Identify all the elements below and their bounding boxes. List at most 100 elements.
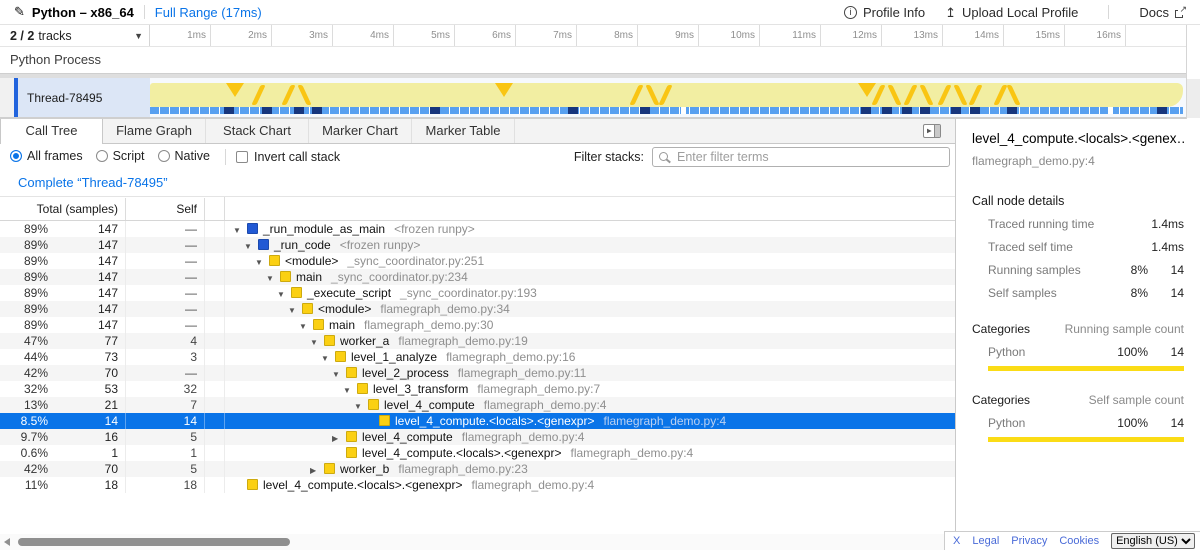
collapse-arrow-icon[interactable]: ▼ (233, 223, 247, 237)
track-marker-icon[interactable] (1006, 85, 1020, 105)
call-tree-row[interactable]: 42%70 — ▼level_2_processflamegraph_demo.… (0, 365, 955, 381)
ruler-tick: 14ms (943, 25, 1004, 46)
track-marker-icon[interactable] (645, 85, 659, 105)
chevron-down-icon: ▼ (134, 31, 143, 41)
call-tree-row[interactable]: 44%73 3 ▼level_1_analyzeflamegraph_demo.… (0, 349, 955, 365)
tab-flame-graph[interactable]: Flame Graph (103, 119, 206, 143)
call-tree-row[interactable]: 89%147 — ▼main_sync_coordinator.py:234 (0, 269, 955, 285)
track-marker-icon[interactable] (953, 85, 967, 105)
tab-call-tree[interactable]: Call Tree (0, 119, 103, 144)
expand-arrow-icon[interactable]: ▶ (310, 463, 324, 477)
collapse-arrow-icon[interactable]: ▼ (321, 351, 335, 365)
collapse-arrow-icon[interactable]: ▼ (299, 319, 313, 333)
collapse-arrow-icon[interactable]: ▼ (310, 335, 324, 349)
expand-arrow-icon[interactable]: ▶ (332, 431, 346, 445)
breadcrumb[interactable]: Complete “Thread-78495” (0, 170, 955, 197)
collapse-arrow-icon[interactable]: ▼ (244, 239, 258, 253)
column-self[interactable]: Self (126, 198, 205, 220)
sample-dark-segment (224, 107, 234, 114)
footer-link-x[interactable]: X (953, 535, 960, 547)
collapse-arrow-icon[interactable]: ▼ (277, 287, 291, 301)
call-tree-row[interactable]: 89%147 — ▼_execute_script_sync_coordinat… (0, 285, 955, 301)
thread-activity-graph[interactable] (150, 78, 1200, 117)
collapse-arrow-icon[interactable]: ▼ (288, 303, 302, 317)
track-marker-icon[interactable] (858, 83, 876, 97)
tracks-dropdown-button[interactable]: 2 / 2 tracks ▼ (0, 25, 150, 46)
call-tree-row[interactable]: 89%147 — ▼<module>flamegraph_demo.py:34 (0, 301, 955, 317)
track-marker-icon[interactable] (887, 85, 901, 105)
track-marker-icon[interactable] (495, 83, 513, 97)
track-thread[interactable]: Thread-78495 (0, 78, 1200, 117)
invert-call-stack-checkbox[interactable]: Invert call stack (236, 150, 340, 164)
external-link-icon (1175, 7, 1186, 18)
call-tree-row[interactable]: 8.5%14 14 level_4_compute.<locals>.<gene… (0, 413, 955, 429)
tab-marker-table[interactable]: Marker Table (412, 119, 515, 143)
track-marker-icon[interactable] (251, 85, 265, 105)
track-marker-icon[interactable] (919, 85, 933, 105)
tab-stack-chart[interactable]: Stack Chart (206, 119, 309, 143)
main-area: Call TreeFlame GraphStack ChartMarker Ch… (0, 119, 1200, 550)
category-yellow-icon (247, 479, 258, 490)
thread-track-label[interactable]: Thread-78495 (18, 78, 150, 117)
call-tree-row[interactable]: 89%147 — ▼_run_code<frozen runpy> (0, 237, 955, 253)
call-tree-row[interactable]: 89%147 — ▼_run_module_as_main<frozen run… (0, 221, 955, 237)
radio-native[interactable]: Native (158, 149, 210, 163)
upload-profile-button[interactable]: ↥ Upload Local Profile (945, 5, 1078, 20)
tab-marker-chart[interactable]: Marker Chart (309, 119, 412, 143)
track-marker-icon[interactable] (658, 85, 672, 105)
selected-node-file: flamegraph_demo.py:4 (972, 154, 1184, 168)
category-yellow-icon (335, 351, 346, 362)
edit-profile-name-icon[interactable]: ✎ (14, 4, 25, 20)
radio-all-frames[interactable]: All frames (10, 149, 83, 163)
filter-bar: All frames Script Native Invert call sta… (0, 144, 955, 170)
track-marker-icon[interactable] (297, 85, 311, 105)
call-tree-row[interactable]: 89%147 — ▼<module>_sync_coordinator.py:2… (0, 253, 955, 269)
footer-link-privacy[interactable]: Privacy (1011, 535, 1047, 547)
category-row: Python 100% 14 (972, 416, 1184, 430)
track-marker-icon[interactable] (968, 85, 982, 105)
column-total[interactable]: Total (samples) (0, 198, 126, 220)
profile-info-button[interactable]: i Profile Info (844, 5, 925, 20)
radio-script[interactable]: Script (96, 149, 145, 163)
timeline-ruler[interactable]: 1ms2ms3ms4ms5ms6ms7ms8ms9ms10ms11ms12ms1… (150, 25, 1200, 46)
scrollbar-thumb[interactable] (18, 538, 290, 546)
collapse-arrow-icon[interactable]: ▼ (266, 271, 280, 285)
collapse-arrow-icon[interactable]: ▼ (343, 383, 357, 397)
timeline-right-gutter (1186, 25, 1200, 119)
call-tree-row[interactable]: 9.7%16 5 ▶level_4_computeflamegraph_demo… (0, 429, 955, 445)
category-yellow-icon (313, 319, 324, 330)
footer-link-legal[interactable]: Legal (972, 535, 999, 547)
track-marker-icon[interactable] (629, 85, 643, 105)
scroll-left-icon[interactable] (4, 538, 10, 546)
call-tree-row[interactable]: 13%21 7 ▼level_4_computeflamegraph_demo.… (0, 397, 955, 413)
track-marker-icon[interactable] (226, 83, 244, 97)
sidebar-toggle-button[interactable] (923, 124, 941, 138)
sidebar: level_4_compute.<locals>.<genex… flamegr… (955, 119, 1200, 550)
collapse-arrow-icon[interactable]: ▼ (332, 367, 346, 381)
docs-link[interactable]: Docs (1139, 5, 1186, 20)
full-range-button[interactable]: Full Range (17ms) (155, 5, 262, 20)
track-marker-icon[interactable] (937, 85, 951, 105)
call-tree-row[interactable]: 47%77 4 ▼worker_aflamegraph_demo.py:19 (0, 333, 955, 349)
footer-link-cookies[interactable]: Cookies (1059, 535, 1099, 547)
category-yellow-icon (357, 383, 368, 394)
detail-row: Running samples 8% 14 (972, 263, 1184, 277)
call-tree-row[interactable]: 89%147 — ▼mainflamegraph_demo.py:30 (0, 317, 955, 333)
horizontal-scrollbar[interactable] (0, 534, 955, 550)
track-marker-icon[interactable] (281, 85, 295, 105)
language-select[interactable]: English (US) (1111, 533, 1195, 549)
collapse-arrow-icon[interactable]: ▼ (354, 399, 368, 413)
collapse-arrow-icon[interactable]: ▼ (255, 255, 269, 269)
filter-stacks-input[interactable] (652, 147, 950, 167)
call-tree-row[interactable]: 32%53 32 ▼level_3_transformflamegraph_de… (0, 381, 955, 397)
profile-name[interactable]: Python – x86_64 (32, 5, 134, 20)
track-python-process[interactable]: Python Process (0, 47, 1200, 73)
track-gutter (0, 78, 14, 117)
call-tree-row[interactable]: 11%18 18 level_4_compute.<locals>.<genex… (0, 477, 955, 493)
track-marker-icon[interactable] (993, 85, 1007, 105)
track-marker-icon[interactable] (903, 85, 917, 105)
page-footer: X Legal Privacy Cookies English (US) (944, 531, 1200, 550)
frame-filter-radios: All frames Script Native (10, 149, 223, 165)
call-tree-row[interactable]: 42%70 5 ▶worker_bflamegraph_demo.py:23 (0, 461, 955, 477)
call-tree-row[interactable]: 0.6%1 1 level_4_compute.<locals>.<genexp… (0, 445, 955, 461)
